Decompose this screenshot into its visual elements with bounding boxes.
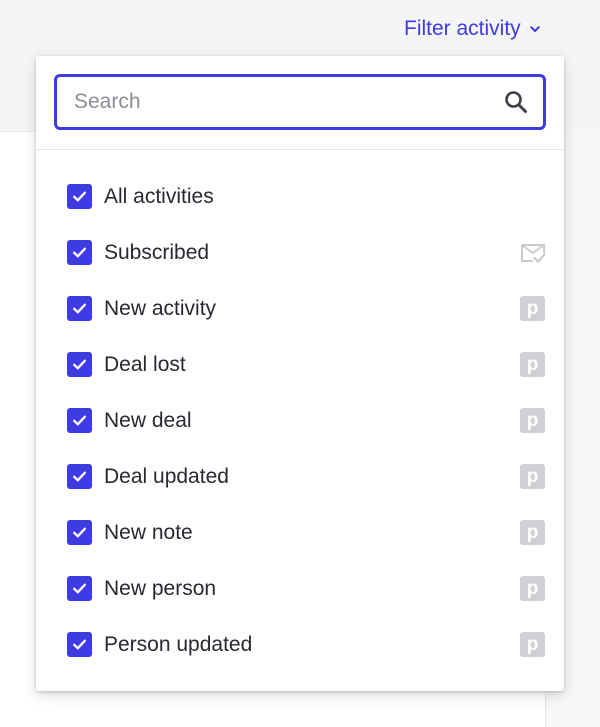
- search-section: [36, 56, 564, 150]
- pipedrive-icon: p: [520, 520, 546, 546]
- checkbox[interactable]: [67, 184, 92, 209]
- filter-option[interactable]: New activity p: [36, 281, 564, 337]
- filter-option[interactable]: All activities: [36, 169, 564, 225]
- checkbox[interactable]: [67, 576, 92, 601]
- filter-option[interactable]: New person p: [36, 561, 564, 617]
- filter-option-label: New deal: [104, 409, 192, 432]
- activity-filter-list: All activities Subscribed New activity p Dea…: [36, 169, 564, 673]
- checkmark-icon: [73, 415, 86, 426]
- checkbox[interactable]: [67, 240, 92, 265]
- filter-dropdown: All activitiesSubscribedNew activitypDea…: [36, 56, 564, 691]
- pipedrive-logo: p: [520, 296, 545, 321]
- pipedrive-logo: p: [520, 576, 545, 601]
- filter-activity-button[interactable]: Filter activity: [404, 14, 541, 44]
- search-box[interactable]: [54, 74, 546, 130]
- checkmark-icon: [73, 639, 86, 650]
- pipedrive-icon: p: [520, 408, 546, 434]
- search-icon[interactable]: [503, 89, 529, 115]
- checkbox[interactable]: [67, 632, 92, 657]
- filter-option-label: New activity: [104, 297, 217, 320]
- checkmark-icon: [73, 583, 86, 594]
- pipedrive-icon: p: [520, 352, 546, 378]
- checkbox[interactable]: [67, 352, 92, 377]
- checkmark-icon: [73, 247, 86, 258]
- mail-check-icon: [520, 240, 546, 266]
- filter-option[interactable]: New deal p: [36, 393, 564, 449]
- checkmark-icon: [73, 471, 86, 482]
- checkmark-icon: [73, 303, 86, 314]
- filter-option[interactable]: Person updated p: [36, 617, 564, 673]
- filter-option-label: Person updated: [104, 633, 253, 656]
- pipedrive-logo: p: [520, 520, 545, 545]
- search-input[interactable]: [57, 77, 503, 127]
- checkmark-icon: [73, 527, 86, 538]
- filter-option[interactable]: Subscribed: [36, 225, 564, 281]
- pipedrive-icon: p: [520, 464, 546, 490]
- filter-option[interactable]: Deal updated p: [36, 449, 564, 505]
- checkmark-icon: [73, 359, 86, 370]
- filter-option[interactable]: New note p: [36, 505, 564, 561]
- checkbox[interactable]: [67, 520, 92, 545]
- pipedrive-icon: p: [520, 632, 546, 658]
- filter-option-label: All activities: [104, 185, 214, 208]
- pipedrive-logo: p: [520, 408, 545, 433]
- pipedrive-logo: p: [520, 352, 545, 377]
- pipedrive-logo: p: [520, 632, 545, 657]
- checkbox[interactable]: [67, 464, 92, 489]
- filter-option-label: Deal lost: [104, 353, 186, 376]
- filter-option-label: New note: [104, 521, 193, 544]
- pipedrive-icon: p: [520, 576, 546, 602]
- chevron-down-icon: [529, 23, 541, 35]
- filter-option[interactable]: Deal lost p: [36, 337, 564, 393]
- filter-option-label: Subscribed: [104, 241, 210, 264]
- pipedrive-logo: p: [520, 464, 545, 489]
- checkmark-icon: [73, 191, 86, 202]
- checkbox[interactable]: [67, 296, 92, 321]
- filter-activity-label: Filter activity: [404, 17, 521, 40]
- filter-option-label: Deal updated: [104, 465, 229, 488]
- pipedrive-icon: p: [520, 296, 546, 322]
- filter-option-label: New person: [104, 577, 217, 600]
- checkbox[interactable]: [67, 408, 92, 433]
